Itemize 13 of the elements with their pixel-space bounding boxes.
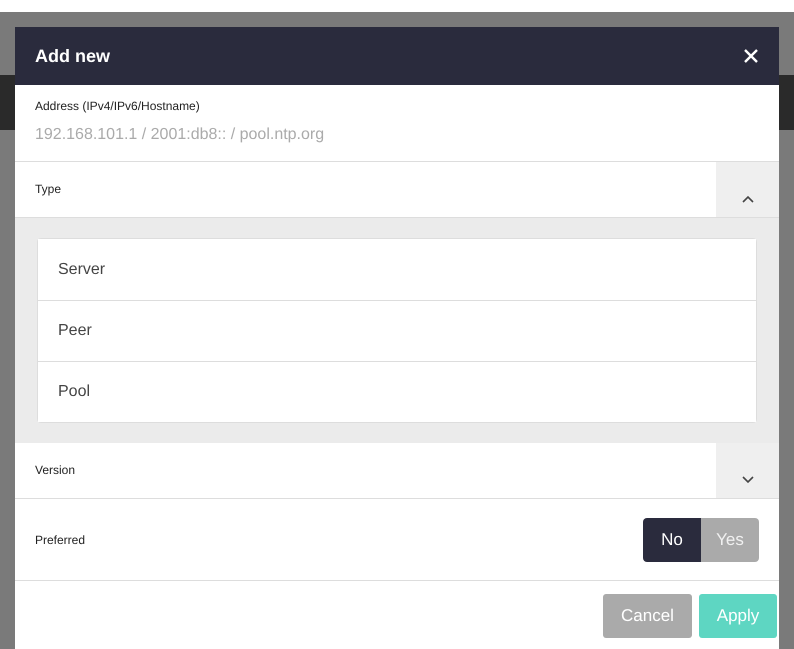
field-label: Address (IPv4/IPv6/Hostname) xyxy=(35,98,201,115)
close-icon[interactable] xyxy=(743,48,759,64)
toggle-option[interactable]: No xyxy=(643,518,701,562)
dialog-title: Add new xyxy=(35,44,110,68)
dropdown-label: Type xyxy=(34,181,62,198)
dropdown-toggle[interactable] xyxy=(716,162,779,217)
dropdown-toggle[interactable] xyxy=(716,443,779,498)
option-item[interactable]: Pool xyxy=(38,361,756,422)
field-label: Preferred xyxy=(35,532,86,548)
address-field[interactable]: 192.168.101.1 / 2001:db8:: / pool.ntp.org xyxy=(35,123,759,147)
dropdown-label: Version xyxy=(34,462,76,479)
chevron-up-icon xyxy=(742,195,754,203)
chevron-down-icon xyxy=(742,476,754,484)
